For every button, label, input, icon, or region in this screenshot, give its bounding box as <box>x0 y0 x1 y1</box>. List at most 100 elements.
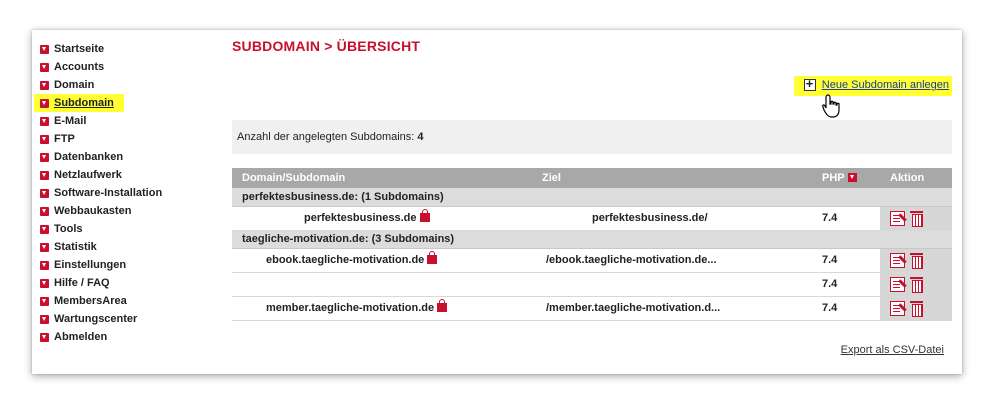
bullet-icon <box>40 278 49 288</box>
php-header-label: PHP <box>822 172 845 184</box>
sidebar-item-membersarea[interactable]: MembersArea <box>40 292 220 310</box>
subdomain-cell: ebook.taegliche-motivation.de <box>232 248 532 273</box>
sidebar-item-ftp[interactable]: FTP <box>40 130 220 148</box>
page-title: SUBDOMAIN > ÜBERSICHT <box>232 38 421 54</box>
content-frame: Startseite Accounts Domain Subdomain E-M… <box>32 30 962 374</box>
sidebar-item-wartungscenter[interactable]: Wartungscenter <box>40 310 220 328</box>
action-cell <box>880 206 952 231</box>
subdomain-cell: perfektesbusiness.de <box>232 206 532 231</box>
sidebar-item-label: MembersArea <box>54 295 127 307</box>
subdomain-count-box: Anzahl der angelegten Subdomains: 4 <box>232 120 952 154</box>
lock-icon <box>419 209 430 222</box>
sidebar-item-label: E-Mail <box>54 115 87 127</box>
sidebar-item-email[interactable]: E-Mail <box>40 112 220 130</box>
subdomain-table: Domain/Subdomain Ziel PHP Aktion perfekt… <box>232 168 952 321</box>
count-value: 4 <box>417 131 424 143</box>
sidebar-item-label: Subdomain <box>54 97 114 109</box>
edit-icon[interactable] <box>890 300 905 316</box>
sidebar-item-einstellungen[interactable]: Einstellungen <box>40 256 220 274</box>
sort-icon[interactable] <box>847 173 857 182</box>
sidebar-item-domain[interactable]: Domain <box>40 76 220 94</box>
sidebar-item-label: Domain <box>54 79 95 91</box>
sidebar-item-label: Datenbanken <box>54 151 124 163</box>
sidebar-item-label: Software-Installation <box>54 187 163 199</box>
group-label: taegliche-motivation.de: (3 Subdomains) <box>232 230 952 249</box>
bullet-icon <box>40 332 49 342</box>
action-cell <box>880 272 952 297</box>
group-label: perfektesbusiness.de: (1 Subdomains) <box>232 188 952 207</box>
sidebar-item-label: Statistik <box>54 241 97 253</box>
column-header-target: Ziel <box>532 168 812 188</box>
sidebar-item-webbaukasten[interactable]: Webbaukasten <box>40 202 220 220</box>
lock-icon <box>437 299 448 312</box>
count-label: Anzahl der angelegten Subdomains: <box>237 131 415 143</box>
php-cell: 7.4 <box>812 248 880 273</box>
group-row: taegliche-motivation.de: (3 Subdomains) <box>232 230 952 249</box>
subdomain-name: ebook.taegliche-motivation.de <box>266 254 425 266</box>
sidebar-item-hilfe-faq[interactable]: Hilfe / FAQ <box>40 274 220 292</box>
bullet-icon <box>40 80 49 90</box>
sidebar-item-abmelden[interactable]: Abmelden <box>40 328 220 346</box>
bullet-icon <box>40 134 49 144</box>
bullet-icon <box>40 314 49 324</box>
new-subdomain-link-box[interactable]: Neue Subdomain anlegen <box>793 76 952 96</box>
group-row: perfektesbusiness.de: (1 Subdomains) <box>232 188 952 207</box>
bullet-icon <box>40 188 49 198</box>
edit-icon[interactable] <box>890 210 905 226</box>
sidebar-item-label: Tools <box>54 223 83 235</box>
sidebar-nav: Startseite Accounts Domain Subdomain E-M… <box>34 40 220 346</box>
sidebar-item-subdomain[interactable]: Subdomain <box>34 94 124 112</box>
new-subdomain-link[interactable]: Neue Subdomain anlegen <box>822 79 949 91</box>
target-cell <box>532 272 812 297</box>
add-document-icon[interactable] <box>803 76 816 91</box>
table-row: ebook.taegliche-motivation.de /ebook.tae… <box>232 248 952 273</box>
subdomain-cell <box>232 272 532 297</box>
sidebar-item-software-installation[interactable]: Software-Installation <box>40 184 220 202</box>
sidebar-item-label: Hilfe / FAQ <box>54 277 110 289</box>
subdomain-name: member.taegliche-motivation.de <box>266 302 435 314</box>
table-row: member.taegliche-motivation.de /member.t… <box>232 296 952 321</box>
sidebar-item-label: Accounts <box>54 61 105 73</box>
table-row: perfektesbusiness.de perfektesbusiness.d… <box>232 206 952 231</box>
sidebar-item-label: Startseite <box>54 43 105 55</box>
trash-icon[interactable] <box>910 276 923 293</box>
bullet-icon <box>40 260 49 270</box>
lock-icon <box>427 251 438 264</box>
bullet-icon <box>40 296 49 306</box>
bullet-icon <box>40 98 49 108</box>
sidebar-item-datenbanken[interactable]: Datenbanken <box>40 148 220 166</box>
table-row: 7.4 <box>232 272 952 297</box>
table-header-row: Domain/Subdomain Ziel PHP Aktion <box>232 168 952 188</box>
sidebar-item-label: Netzlaufwerk <box>54 169 122 181</box>
column-header-domain: Domain/Subdomain <box>232 168 532 188</box>
target-cell: /ebook.taegliche-motivation.de... <box>532 248 812 273</box>
bullet-icon <box>40 224 49 234</box>
target-cell: perfektesbusiness.de/ <box>532 206 812 231</box>
bullet-icon <box>40 62 49 72</box>
column-header-action: Aktion <box>880 168 952 188</box>
edit-icon[interactable] <box>890 252 905 268</box>
trash-icon[interactable] <box>910 300 923 317</box>
sidebar-item-label: Einstellungen <box>54 259 127 271</box>
action-cell <box>880 296 952 321</box>
bullet-icon <box>40 152 49 162</box>
target-cell: /member.taegliche-motivation.d... <box>532 296 812 321</box>
sidebar-item-statistik[interactable]: Statistik <box>40 238 220 256</box>
sidebar-item-tools[interactable]: Tools <box>40 220 220 238</box>
subdomain-name: perfektesbusiness.de <box>304 212 417 224</box>
bullet-icon <box>40 170 49 180</box>
sidebar-item-startseite[interactable]: Startseite <box>40 40 220 58</box>
bullet-icon <box>40 206 49 216</box>
sidebar-item-label: Webbaukasten <box>54 205 132 217</box>
sidebar-item-netzlaufwerk[interactable]: Netzlaufwerk <box>40 166 220 184</box>
export-csv-link[interactable]: Export als CSV-Datei <box>841 344 944 356</box>
trash-icon[interactable] <box>910 252 923 269</box>
action-cell <box>880 248 952 273</box>
sidebar-item-accounts[interactable]: Accounts <box>40 58 220 76</box>
edit-icon[interactable] <box>890 276 905 292</box>
php-cell: 7.4 <box>812 296 880 321</box>
column-header-php[interactable]: PHP <box>812 168 880 188</box>
sidebar-item-label: Abmelden <box>54 331 108 343</box>
trash-icon[interactable] <box>910 210 923 227</box>
bullet-icon <box>40 44 49 54</box>
